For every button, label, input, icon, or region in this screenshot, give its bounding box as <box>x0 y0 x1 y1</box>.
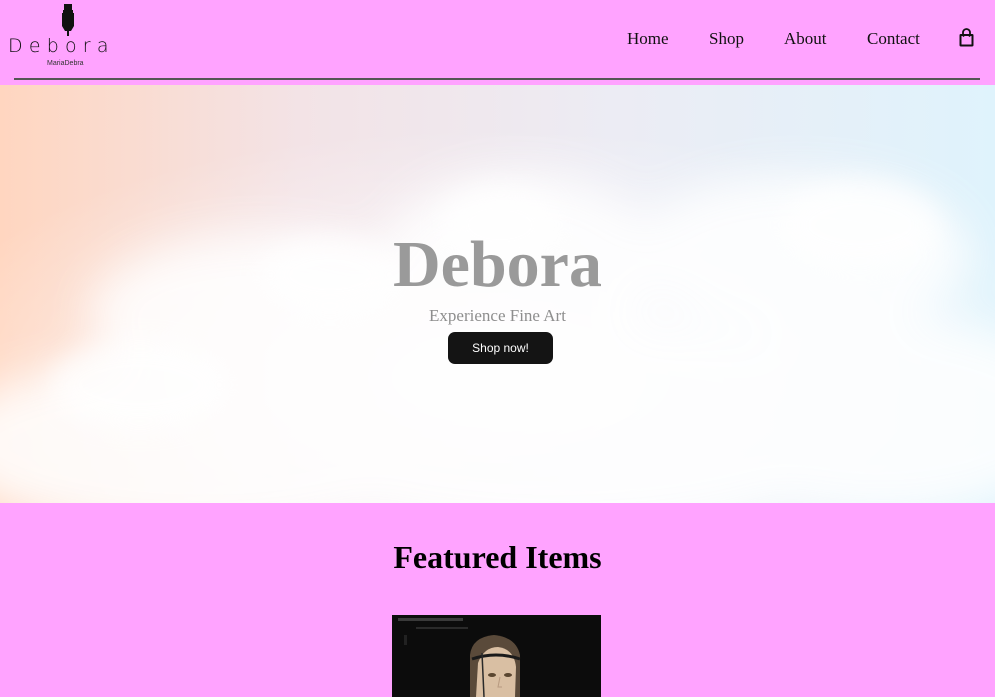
hero-title: Debora <box>393 228 602 301</box>
featured-items-heading: Featured Items <box>393 539 602 575</box>
shopping-bag-icon[interactable] <box>958 28 975 48</box>
site-header: Debora MariaDebra Home Shop About Contac… <box>0 0 995 84</box>
portrait-painting-image <box>392 615 601 697</box>
nav-link-contact[interactable]: Contact <box>867 29 920 49</box>
shop-now-button[interactable]: Shop now! <box>448 332 553 364</box>
hero-subtitle: Experience Fine Art <box>429 306 566 325</box>
nav-link-about[interactable]: About <box>784 29 827 49</box>
logo-tagline: MariaDebra <box>47 60 84 67</box>
nav-link-shop[interactable]: Shop <box>709 29 744 49</box>
main-nav: Home Shop About Contact <box>0 29 995 53</box>
featured-item-card[interactable] <box>392 615 601 697</box>
header-divider <box>14 78 980 80</box>
nav-link-home[interactable]: Home <box>627 29 669 49</box>
hero-banner: Debora Experience Fine Art Shop now! <box>0 85 995 503</box>
